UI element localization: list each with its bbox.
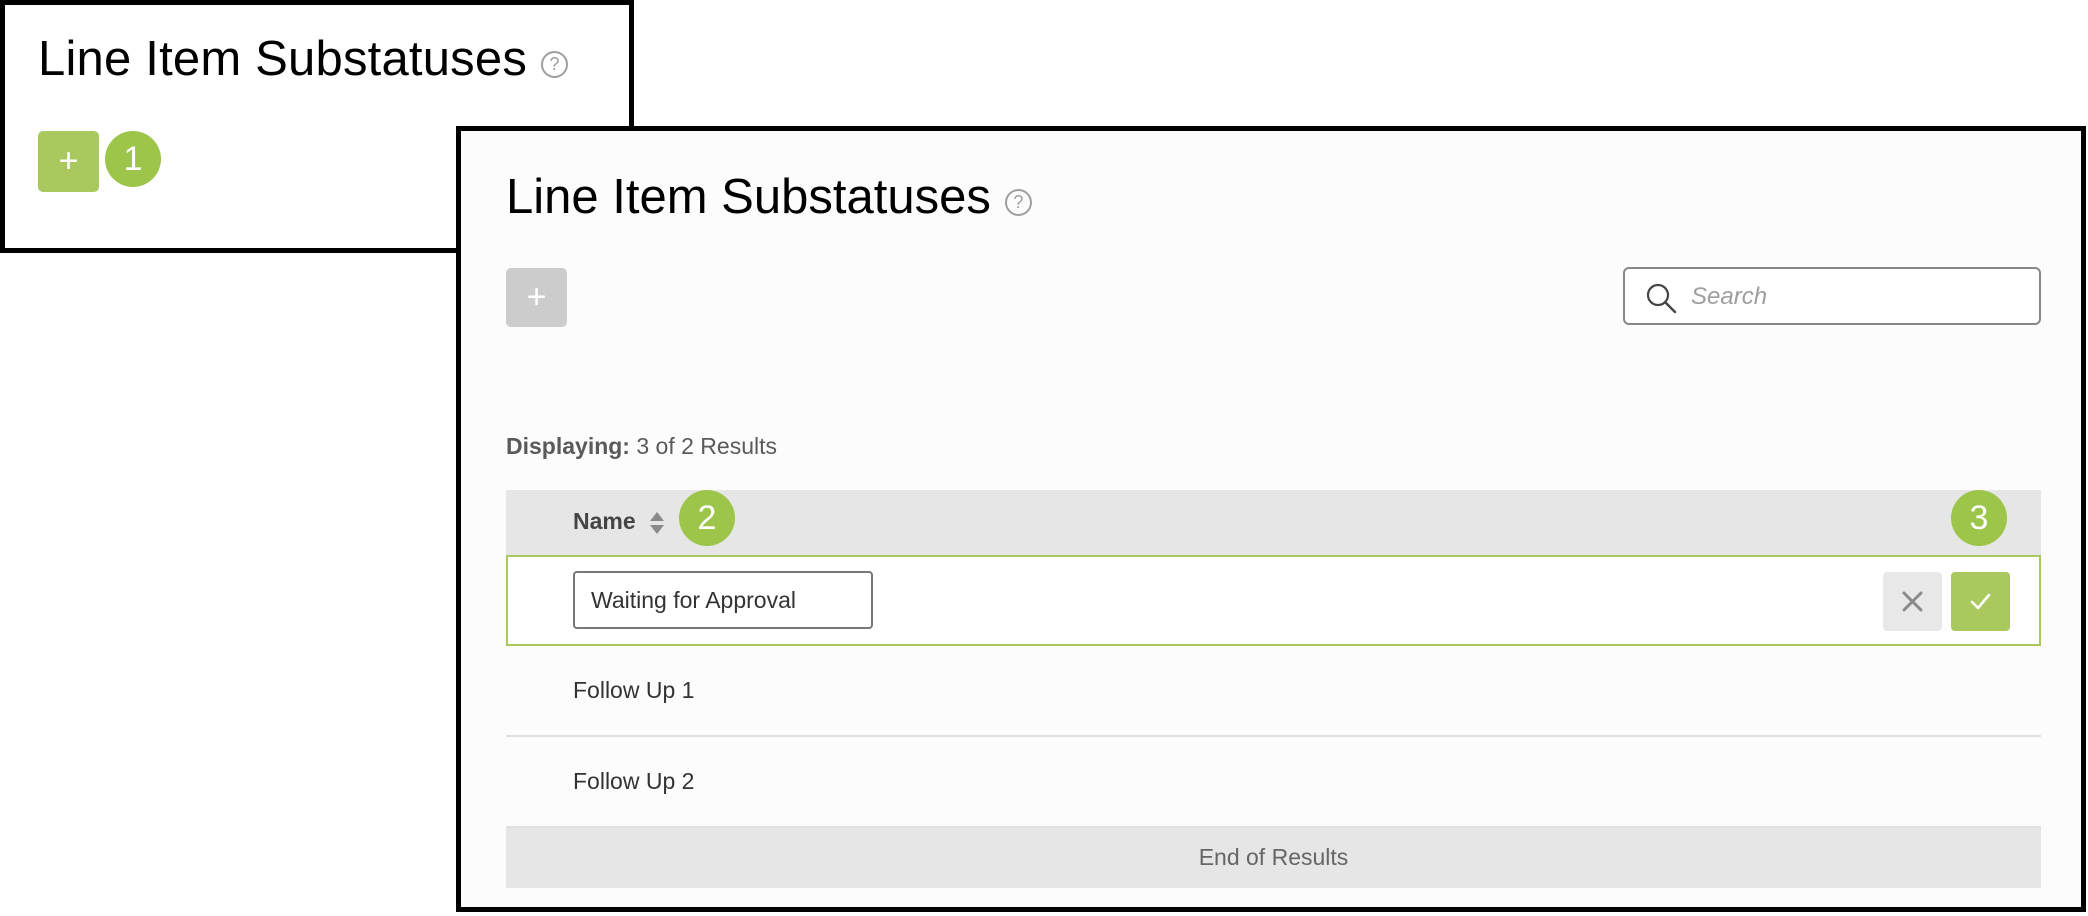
page-title-text: Line Item Substatuses (38, 32, 528, 86)
table-header: Name (506, 490, 2041, 555)
help-icon[interactable]: ? (541, 50, 569, 78)
save-edit-button[interactable] (1951, 572, 2010, 631)
page-title-text: Line Item Substatuses (506, 170, 991, 224)
step-marker-2: 2 (679, 490, 735, 546)
table-footer: End of Results (506, 828, 2041, 888)
check-icon (1970, 593, 1991, 610)
add-button[interactable]: + (38, 131, 99, 192)
help-icon[interactable]: ? (1004, 188, 1032, 216)
table-row-editing (506, 555, 2041, 646)
name-edit-input[interactable] (573, 571, 873, 629)
table-row[interactable]: Follow Up 2 (506, 737, 2041, 828)
column-header-name[interactable]: Name (573, 508, 636, 535)
results-count: Displaying: 3 of 2 Results (506, 433, 777, 460)
page-title: Line Item Substatuses? (38, 31, 569, 87)
sort-icon[interactable] (649, 510, 665, 536)
add-button-disabled: + (506, 268, 567, 327)
row-name: Follow Up 1 (573, 677, 695, 703)
search-box[interactable] (1623, 267, 2041, 325)
search-icon (1646, 283, 1677, 314)
table-row[interactable]: Follow Up 1 (506, 646, 2041, 737)
close-icon (1902, 591, 1923, 612)
substatus-table: Name Waiting for Approval Follow Up 1 Fo… (506, 490, 2041, 888)
results-count-label: Displaying: (506, 433, 630, 459)
page-title: Line Item Substatuses? (506, 169, 1032, 225)
step-marker-1: 1 (105, 131, 161, 187)
results-count-value: 3 of 2 Results (636, 433, 777, 459)
cancel-edit-button[interactable] (1883, 572, 1942, 631)
row-name: Follow Up 2 (573, 768, 695, 794)
search-input[interactable] (1689, 277, 2023, 317)
step-marker-3: 3 (1951, 490, 2007, 546)
